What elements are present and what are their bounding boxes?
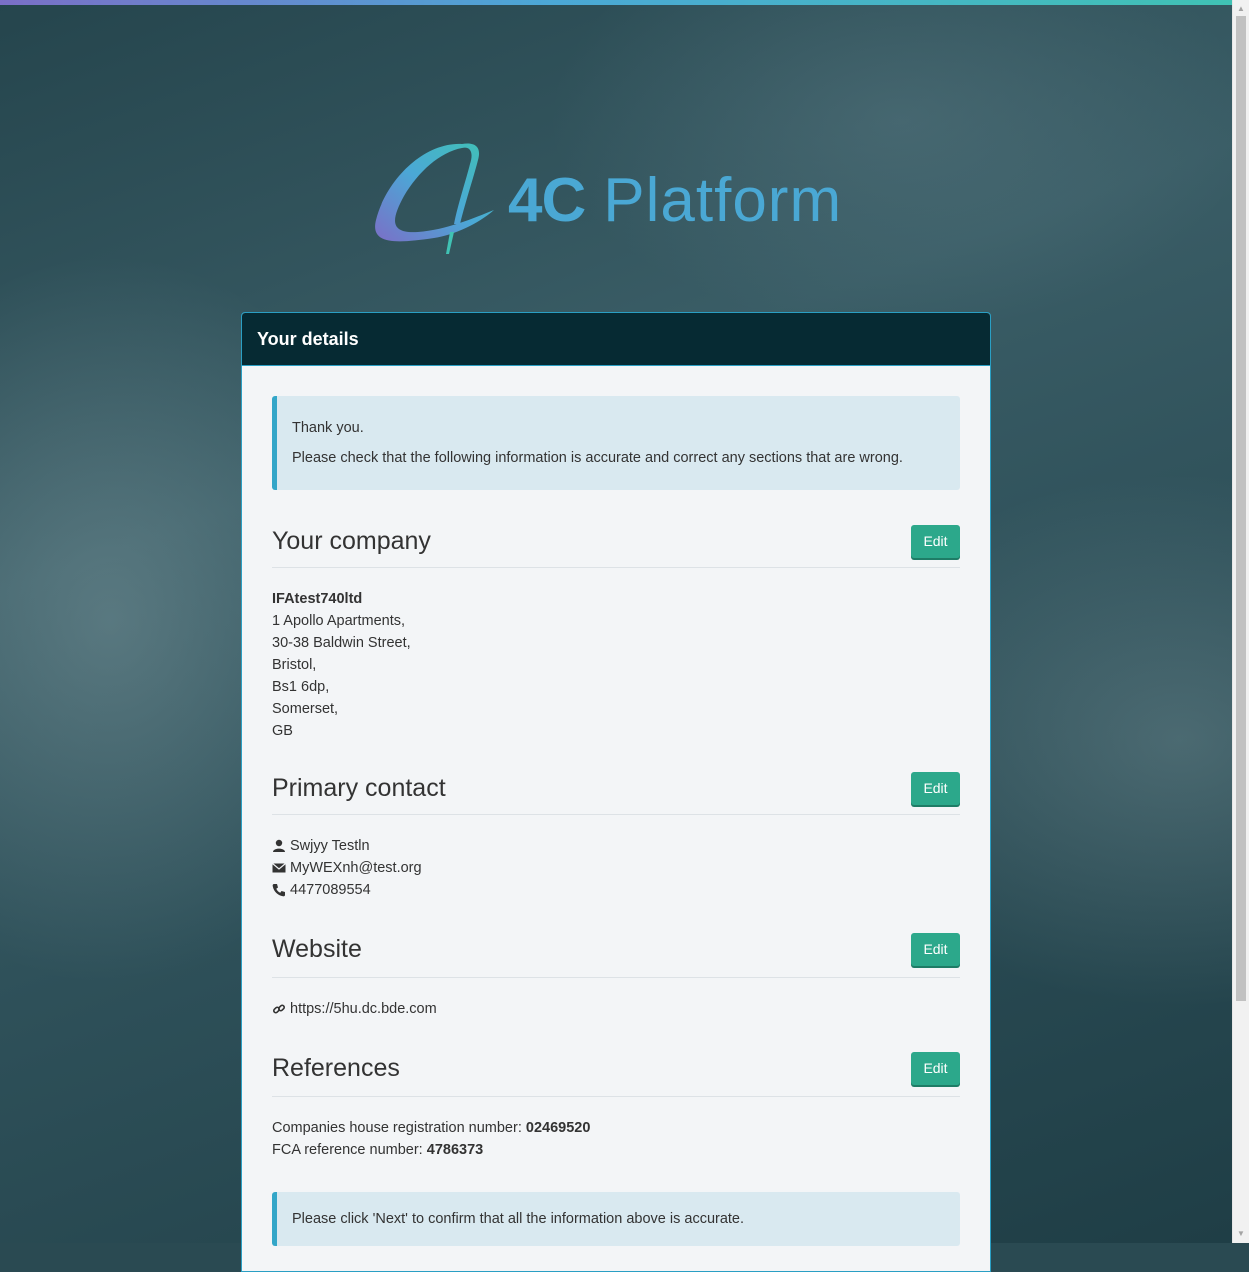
edit-references-button[interactable]: Edit bbox=[911, 1051, 960, 1085]
envelope-icon bbox=[272, 863, 286, 873]
link-icon bbox=[272, 1004, 286, 1014]
companies-house-value: 02469520 bbox=[525, 1120, 591, 1136]
contact-name: Swjyy Testln bbox=[290, 838, 370, 854]
company-title: Your company bbox=[272, 526, 431, 555]
address-line: Somerset, bbox=[272, 701, 339, 717]
references-info: Companies house registration number: 024… bbox=[272, 1117, 960, 1161]
companies-house-label: Companies house registration number: bbox=[272, 1120, 522, 1136]
website-url[interactable]: https://5hu.dc.bde.com bbox=[290, 998, 437, 1020]
company-section-header: Your company Edit bbox=[272, 515, 960, 568]
page-scrollbar[interactable]: ▲ ▼ bbox=[1232, 0, 1249, 1243]
contact-phone: 4477089554 bbox=[290, 882, 371, 898]
platform-logo-text: 4C Platform bbox=[508, 166, 842, 236]
address-line: GB bbox=[272, 723, 293, 739]
logo-name-text: Platform bbox=[603, 166, 843, 235]
intro-line-2: Please check that the following informat… bbox=[292, 450, 903, 466]
edit-contact-button[interactable]: Edit bbox=[911, 771, 960, 805]
user-icon bbox=[273, 839, 285, 852]
scroll-up-icon[interactable]: ▲ bbox=[1233, 2, 1249, 16]
confirm-text: Please click 'Next' to confirm that all … bbox=[292, 1211, 745, 1227]
edit-website-button[interactable]: Edit bbox=[911, 932, 960, 966]
website-title: Website bbox=[272, 934, 362, 963]
contact-info: Swjyy Testln MyWEXnh@test.org 4477089554 bbox=[272, 835, 960, 901]
fca-value: 4786373 bbox=[426, 1142, 484, 1158]
scroll-down-icon[interactable]: ▼ bbox=[1233, 1227, 1249, 1241]
intro-alert: Thank you. Please check that the followi… bbox=[272, 396, 960, 490]
address-line: Bs1 6dp, bbox=[272, 679, 330, 695]
scrollbar-thumb[interactable] bbox=[1236, 16, 1246, 1001]
panel-title: Your details bbox=[242, 313, 990, 366]
company-name: IFAtest740ltd bbox=[272, 591, 363, 607]
confirm-alert: Please click 'Next' to confirm that all … bbox=[272, 1192, 960, 1246]
edit-company-button[interactable]: Edit bbox=[911, 524, 960, 558]
contact-title: Primary contact bbox=[272, 773, 446, 802]
website-section-header: Website Edit bbox=[272, 921, 960, 978]
fca-label: FCA reference number: bbox=[272, 1142, 423, 1158]
company-info: IFAtest740ltd 1 Apollo Apartments, 30-38… bbox=[272, 588, 960, 742]
address-line: 1 Apollo Apartments, bbox=[272, 613, 405, 629]
details-panel: Your details Thank you. Please check tha… bbox=[241, 312, 991, 1272]
contact-email: MyWEXnh@test.org bbox=[290, 860, 422, 876]
phone-icon bbox=[272, 884, 285, 897]
website-info: https://5hu.dc.bde.com bbox=[272, 998, 960, 1020]
references-section-header: References Edit bbox=[272, 1040, 960, 1097]
top-accent-bar bbox=[0, 0, 1232, 5]
intro-line-1: Thank you. bbox=[292, 420, 364, 436]
address-line: Bristol, bbox=[272, 657, 317, 673]
contact-section-header: Primary contact Edit bbox=[272, 762, 960, 815]
references-title: References bbox=[272, 1053, 400, 1082]
address-line: 30-38 Baldwin Street, bbox=[272, 635, 411, 651]
logo-mark-text: 4C bbox=[508, 166, 586, 235]
